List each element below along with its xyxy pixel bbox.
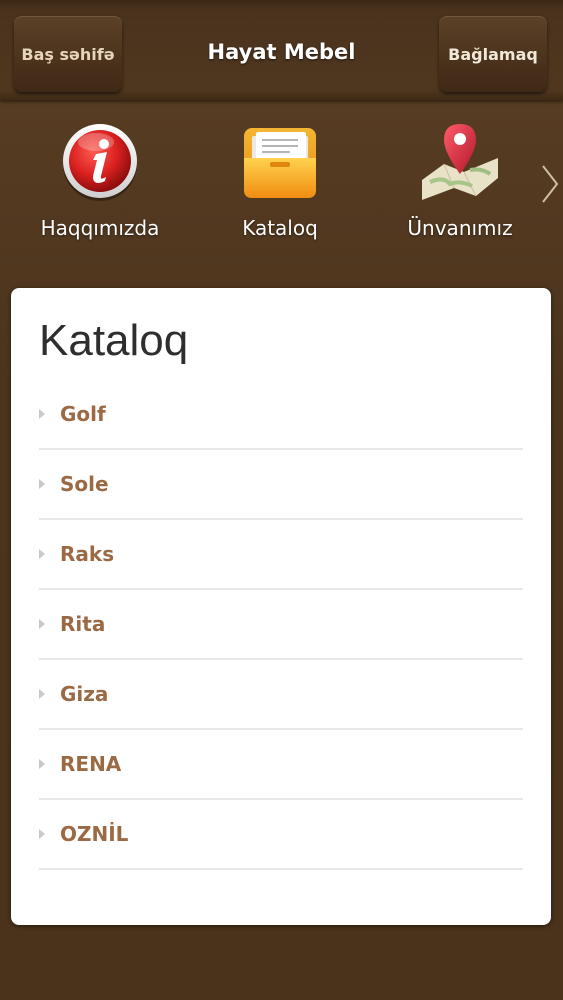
panel-title: Kataloq [39,316,189,365]
catalog-item-raks[interactable]: Raks [39,520,523,590]
icon-navigation: Haqqımızda Kataloq Ünvanımız [0,100,563,288]
catalog-item-giza[interactable]: Giza [39,660,523,730]
catalog-item-label: OZNİL [60,822,129,846]
folder-icon [240,122,320,202]
chevron-right-icon[interactable] [539,162,561,206]
catalog-item-label: Rita [60,612,106,636]
catalog-list: Golf Sole Raks Rita Giza RENA OZNİL [39,380,523,870]
caret-right-icon [39,689,45,699]
catalog-item-golf[interactable]: Golf [39,380,523,450]
contact-button[interactable]: Bağlamaq [439,16,547,92]
catalog-item-label: Golf [60,402,106,426]
caret-right-icon [39,759,45,769]
caret-right-icon [39,619,45,629]
catalog-item-label: Giza [60,682,109,706]
app-title: Hayat Mebel [207,40,356,64]
catalog-panel: Kataloq Golf Sole Raks Rita Giza RENA OZ… [11,288,551,925]
caret-right-icon [39,549,45,559]
catalog-item-rita[interactable]: Rita [39,590,523,660]
catalog-item-label: Sole [60,472,109,496]
top-bar: Baş səhifə Hayat Mebel Bağlamaq [0,0,563,100]
catalog-item-oznil[interactable]: OZNİL [39,800,523,870]
nav-item-catalog-label: Kataloq [242,216,318,240]
nav-item-about-label: Haqqımızda [40,216,160,240]
nav-item-catalog[interactable]: Kataloq [195,122,365,240]
nav-item-address-label: Ünvanımız [407,216,513,240]
home-button[interactable]: Baş səhifə [14,16,122,92]
caret-right-icon [39,829,45,839]
catalog-item-label: RENA [60,752,122,776]
catalog-item-rena[interactable]: RENA [39,730,523,800]
info-icon [60,122,140,202]
catalog-item-label: Raks [60,542,115,566]
nav-item-address[interactable]: Ünvanımız [375,122,545,240]
catalog-item-sole[interactable]: Sole [39,450,523,520]
caret-right-icon [39,479,45,489]
caret-right-icon [39,409,45,419]
nav-item-about[interactable]: Haqqımızda [15,122,185,240]
map-pin-icon [420,122,500,202]
